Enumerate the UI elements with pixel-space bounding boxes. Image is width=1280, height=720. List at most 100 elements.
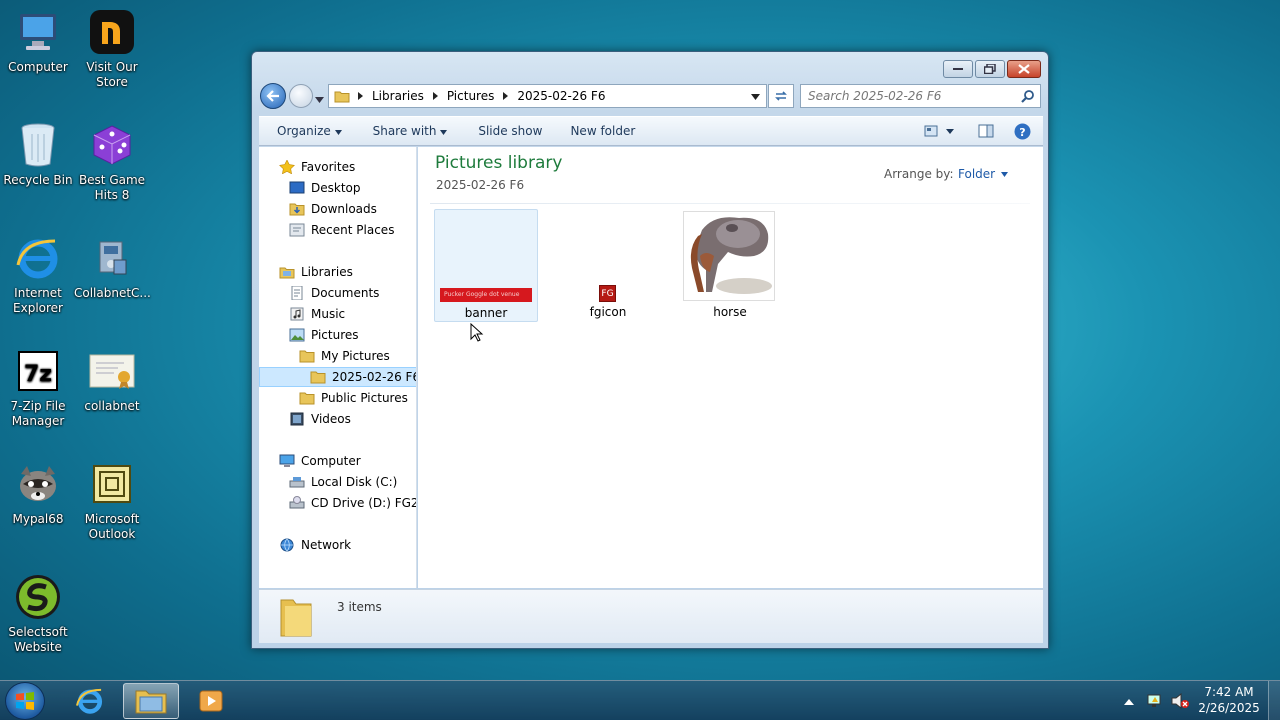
header-divider bbox=[430, 203, 1030, 204]
tray-network-button[interactable] bbox=[1146, 693, 1164, 712]
desktop-icon-microsoft-outlook[interactable]: Microsoft Outlook bbox=[74, 460, 150, 542]
breadcrumb-separator-icon bbox=[358, 92, 363, 100]
nav-downloads[interactable]: Downloads bbox=[289, 199, 377, 219]
desktop-icon-selectsoft[interactable]: Selectsoft Website bbox=[0, 573, 76, 655]
breadcrumb-current-folder[interactable]: 2025-02-26 F6 bbox=[517, 89, 605, 103]
nav-videos[interactable]: Videos bbox=[289, 409, 351, 429]
address-bar[interactable]: Libraries Pictures 2025-02-26 F6 bbox=[328, 84, 767, 108]
tray-clock[interactable]: 7:42 AM 2/26/2025 bbox=[1196, 684, 1262, 716]
arrange-by-label: Arrange by: bbox=[884, 167, 954, 181]
media-player-icon bbox=[199, 690, 223, 712]
volume-muted-icon bbox=[1171, 692, 1189, 710]
nav-pictures[interactable]: Pictures bbox=[289, 325, 359, 345]
desktop-icon-mypal[interactable]: Mypal68 bbox=[0, 460, 76, 527]
hard-drive-icon bbox=[289, 477, 305, 488]
arrange-by-dropdown[interactable]: Folder bbox=[958, 167, 1009, 181]
libraries-icon bbox=[279, 267, 295, 279]
details-pane: 3 items bbox=[259, 589, 1043, 643]
nav-libraries[interactable]: Libraries bbox=[279, 262, 353, 282]
help-button[interactable]: ? bbox=[1014, 123, 1031, 140]
internet-explorer-icon bbox=[75, 688, 103, 714]
desktop-icon-collabnet-client[interactable]: CollabnetC... bbox=[74, 234, 151, 301]
taskbar-internet-explorer[interactable] bbox=[62, 683, 118, 719]
minimize-button[interactable] bbox=[943, 60, 973, 78]
desktop-icon-internet-explorer[interactable]: Internet Explorer bbox=[0, 234, 76, 316]
share-with-button[interactable]: Share with bbox=[373, 124, 448, 138]
show-desktop-button[interactable] bbox=[1268, 681, 1280, 720]
fgicon-thumbnail: FG bbox=[599, 285, 616, 302]
nav-public-pictures[interactable]: Public Pictures bbox=[299, 388, 408, 408]
chevron-down-icon bbox=[1001, 171, 1009, 177]
forward-button[interactable] bbox=[289, 84, 313, 108]
breadcrumb-pictures[interactable]: Pictures bbox=[447, 89, 495, 103]
nav-my-pictures[interactable]: My Pictures bbox=[299, 346, 390, 366]
desktop-icon-computer[interactable]: Computer bbox=[0, 8, 76, 75]
slide-show-button[interactable]: Slide show bbox=[478, 124, 542, 138]
file-list-pane[interactable]: Pictures library 2025-02-26 F6 Arrange b… bbox=[418, 147, 1043, 588]
nav-recent-places[interactable]: Recent Places bbox=[289, 220, 394, 240]
desktop-icon-7zip[interactable]: 7z 7-Zip File Manager bbox=[0, 347, 76, 429]
new-folder-button[interactable]: New folder bbox=[570, 124, 635, 138]
maximize-button[interactable] bbox=[975, 60, 1005, 78]
network-icon bbox=[280, 538, 294, 552]
svg-text:?: ? bbox=[1019, 126, 1025, 139]
file-item-fgicon[interactable]: FG fgicon bbox=[556, 209, 660, 322]
refresh-button[interactable] bbox=[768, 84, 794, 108]
restore-icon bbox=[984, 64, 996, 74]
command-bar: Organize Share with Slide show New folde… bbox=[259, 116, 1043, 146]
nav-music[interactable]: Music bbox=[289, 304, 345, 324]
preview-pane-button[interactable] bbox=[978, 124, 994, 138]
nav-documents[interactable]: Documents bbox=[289, 283, 379, 303]
nav-cd-drive[interactable]: CD Drive (D:) FG2010 bbox=[289, 493, 416, 513]
file-item-banner[interactable]: Pucker Goggle dot venue banner bbox=[434, 209, 538, 322]
explorer-window[interactable]: Libraries Pictures 2025-02-26 F6 Search … bbox=[251, 51, 1049, 649]
certificate-icon bbox=[88, 347, 136, 395]
close-icon bbox=[1018, 64, 1030, 74]
nav-computer[interactable]: Computer bbox=[279, 451, 361, 471]
address-history-dropdown[interactable] bbox=[751, 89, 760, 103]
chevron-down-icon bbox=[315, 97, 324, 103]
change-view-button[interactable] bbox=[924, 125, 954, 137]
nav-current-folder[interactable]: 2025-02-26 F6 bbox=[259, 367, 416, 387]
close-button[interactable] bbox=[1007, 60, 1041, 78]
taskbar-windows-explorer[interactable] bbox=[123, 683, 179, 719]
computer-icon bbox=[14, 8, 62, 56]
desktop-icon-visit-store[interactable]: Visit Our Store bbox=[74, 8, 150, 90]
taskbar-media-player[interactable] bbox=[184, 683, 240, 719]
show-hidden-icons-button[interactable] bbox=[1124, 695, 1134, 709]
nav-network[interactable]: Network bbox=[279, 535, 351, 555]
pictures-icon bbox=[289, 328, 305, 342]
documents-icon bbox=[291, 286, 303, 300]
breadcrumb-separator-icon[interactable] bbox=[503, 92, 509, 100]
minimize-icon bbox=[953, 68, 963, 70]
music-icon bbox=[290, 307, 304, 321]
outlook-icon bbox=[88, 460, 136, 508]
library-subtitle: 2025-02-26 F6 bbox=[436, 178, 525, 192]
nav-favorites[interactable]: Favorites bbox=[279, 157, 355, 177]
desktop-icon-recycle-bin[interactable]: Recycle Bin bbox=[0, 121, 76, 188]
internet-explorer-icon bbox=[14, 234, 62, 282]
desktop-icon-best-game-hits[interactable]: Best Game Hits 8 bbox=[74, 121, 150, 203]
banner-thumbnail: Pucker Goggle dot venue bbox=[440, 288, 532, 302]
desktop-icon-collabnet[interactable]: collabnet bbox=[74, 347, 150, 414]
horse-image-icon bbox=[690, 217, 772, 294]
tray-volume-button[interactable] bbox=[1171, 692, 1189, 712]
breadcrumb-libraries[interactable]: Libraries bbox=[372, 89, 424, 103]
navigation-pane[interactable]: Favorites Desktop Downloads Recent Place… bbox=[259, 147, 417, 588]
start-button[interactable] bbox=[5, 682, 45, 720]
search-input[interactable]: Search 2025-02-26 F6 bbox=[800, 84, 1041, 108]
raccoon-icon bbox=[14, 460, 62, 508]
breadcrumb-separator-icon[interactable] bbox=[432, 92, 439, 100]
nav-local-disk[interactable]: Local Disk (C:) bbox=[289, 472, 397, 492]
file-item-horse[interactable]: horse bbox=[678, 209, 782, 322]
recent-pages-dropdown[interactable] bbox=[315, 92, 324, 106]
collabnet-installer-icon bbox=[88, 234, 136, 282]
folder-large-icon bbox=[280, 599, 312, 637]
nav-desktop[interactable]: Desktop bbox=[289, 178, 361, 198]
back-button[interactable] bbox=[260, 83, 286, 109]
chevron-up-icon bbox=[1124, 699, 1134, 705]
recycle-bin-icon bbox=[14, 121, 62, 169]
help-icon: ? bbox=[1014, 123, 1031, 139]
organize-button[interactable]: Organize bbox=[277, 124, 342, 138]
clock-date: 2/26/2025 bbox=[1198, 701, 1260, 715]
